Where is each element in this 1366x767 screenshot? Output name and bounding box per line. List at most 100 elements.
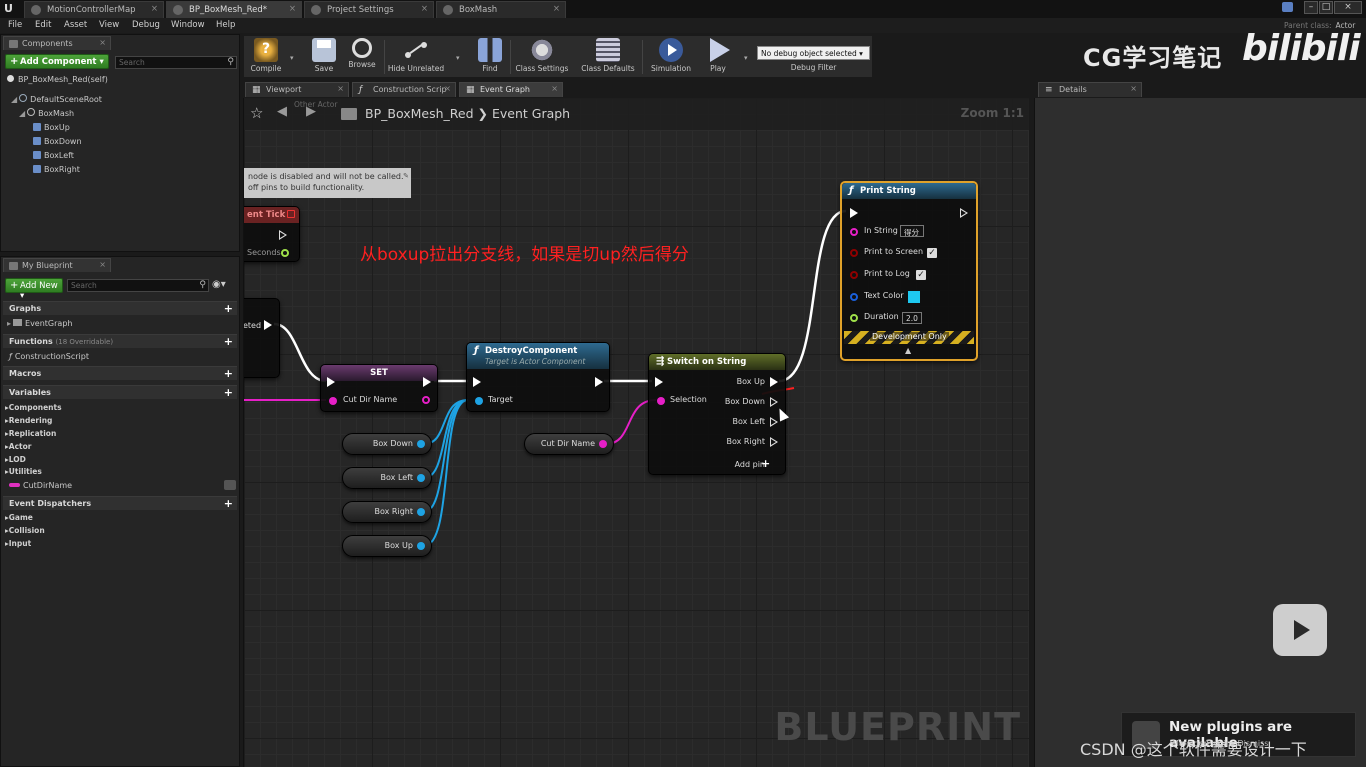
chevron-right-icon[interactable]: ▸ xyxy=(7,319,11,328)
switch-on-string-node[interactable]: ⇶ Switch on String Box Up Selection Box … xyxy=(648,353,786,475)
compile-button[interactable]: ? Compile xyxy=(246,38,286,76)
float-out-pin[interactable] xyxy=(281,249,289,257)
exec-out-pin[interactable] xyxy=(264,320,272,330)
add-new-button[interactable]: + Add New ▾ xyxy=(5,278,63,301)
tab-details[interactable]: ≡ Details × xyxy=(1038,82,1142,97)
minimize-button[interactable]: – xyxy=(1304,1,1318,14)
overlap-event-node[interactable]: eted xyxy=(244,298,280,378)
tree-item-default-scene-root[interactable]: ◢ DefaultSceneRoot xyxy=(11,94,102,104)
variable-category-lod[interactable]: ▸LOD xyxy=(5,455,26,464)
blueprint-search-input[interactable]: Search ⚲ xyxy=(67,279,209,292)
component-out-pin[interactable] xyxy=(417,440,425,448)
favorite-star-icon[interactable]: ☆ xyxy=(250,104,263,122)
duration-input[interactable]: 2.0 xyxy=(902,312,922,324)
pin-icon[interactable]: ✎ xyxy=(403,171,409,182)
menu-window[interactable]: Window xyxy=(171,20,205,30)
variable-item-cutdirname[interactable]: CutDirName xyxy=(9,481,72,490)
section-functions[interactable]: Functions (18 Overridable) + xyxy=(3,334,237,348)
play-button[interactable]: Play xyxy=(700,38,736,76)
class-defaults-button[interactable]: Class Defaults xyxy=(578,38,638,76)
in-string-input[interactable]: 得分 xyxy=(900,225,924,237)
find-button[interactable]: Find xyxy=(472,38,508,76)
exec-out-pin[interactable] xyxy=(595,377,603,387)
box-up-exec-pin[interactable] xyxy=(770,377,778,387)
cut-dir-name-get-node[interactable]: Cut Dir Name xyxy=(524,433,614,455)
variable-category-components[interactable]: ▸Components xyxy=(5,403,62,412)
close-window-button[interactable]: × xyxy=(1334,1,1362,14)
close-icon[interactable]: × xyxy=(444,84,451,93)
component-out-pin[interactable] xyxy=(417,542,425,550)
exec-out-pin[interactable] xyxy=(279,230,287,240)
doc-tab-motion-controller-map[interactable]: MotionControllerMap × xyxy=(24,1,164,18)
dispatcher-category-game[interactable]: ▸Game xyxy=(5,513,33,522)
event-graph-canvas[interactable]: ☆ ◀ ▶ BP_BoxMesh_Red ❯ Event Graph Other… xyxy=(243,98,1029,767)
breadcrumb-root[interactable]: BP_BoxMesh_Red xyxy=(365,106,474,121)
eye-icon[interactable]: ◉▾ xyxy=(212,279,226,290)
selection-in-pin[interactable] xyxy=(657,397,665,405)
box-up-get-node[interactable]: Box Up xyxy=(342,535,432,557)
notification-icon[interactable] xyxy=(1282,2,1293,12)
components-search-input[interactable]: Search ⚲ xyxy=(115,56,237,69)
close-icon[interactable]: × xyxy=(151,4,158,14)
section-variables[interactable]: Variables + xyxy=(3,385,237,399)
maximize-button[interactable]: □ xyxy=(1319,1,1333,14)
tree-item-boxleft[interactable]: BoxLeft xyxy=(33,151,74,160)
class-settings-button[interactable]: Class Settings xyxy=(512,38,572,76)
box-right-exec-pin[interactable] xyxy=(770,437,778,447)
doc-tab-boxmash[interactable]: BoxMash × xyxy=(436,1,566,18)
close-icon[interactable]: × xyxy=(337,84,344,93)
in-string-pin[interactable] xyxy=(850,228,858,236)
box-left-exec-pin[interactable] xyxy=(770,417,778,427)
tree-item-boxup[interactable]: BoxUp xyxy=(33,123,70,132)
exec-in-pin[interactable] xyxy=(327,377,335,387)
dispatcher-category-input[interactable]: ▸Input xyxy=(5,539,31,548)
tree-item-boxright[interactable]: BoxRight xyxy=(33,165,80,174)
section-macros[interactable]: Macros + xyxy=(3,366,237,380)
graph-item-eventgraph[interactable]: ▸ EventGraph xyxy=(7,319,72,328)
event-tick-node[interactable]: ent Tick Seconds xyxy=(244,206,300,262)
tree-item-boxmash[interactable]: ◢ BoxMash xyxy=(19,108,74,118)
add-component-button[interactable]: + Add Component ▾ xyxy=(5,54,109,69)
menu-file[interactable]: File xyxy=(8,20,22,30)
box-down-get-node[interactable]: Box Down xyxy=(342,433,432,455)
exec-out-pin[interactable] xyxy=(423,377,431,387)
back-arrow-icon[interactable]: ◀ xyxy=(277,104,287,119)
string-in-pin[interactable] xyxy=(329,397,337,405)
text-color-pin[interactable] xyxy=(850,293,858,301)
tree-item-boxdown[interactable]: BoxDown xyxy=(33,137,82,146)
chevron-down-icon[interactable]: ◢ xyxy=(11,95,17,104)
add-function-icon[interactable]: + xyxy=(224,335,233,348)
target-in-pin[interactable] xyxy=(475,397,483,405)
component-out-pin[interactable] xyxy=(417,508,425,516)
function-item-construction-script[interactable]: ƒ ConstructionScript xyxy=(9,352,89,361)
set-variable-node[interactable]: SET Cut Dir Name xyxy=(320,364,438,412)
hide-unrelated-button[interactable]: Hide Unrelated xyxy=(386,38,446,76)
chevron-down-icon[interactable]: ◢ xyxy=(19,109,25,118)
chevron-down-icon[interactable]: ▾ xyxy=(290,54,294,62)
destroy-component-node[interactable]: ƒ DestroyComponent Target is Actor Compo… xyxy=(466,342,610,412)
close-icon[interactable]: × xyxy=(553,4,560,14)
close-icon[interactable]: × xyxy=(289,4,296,14)
expand-arrow-icon[interactable]: ▲ xyxy=(905,346,911,355)
simulation-button[interactable]: Simulation xyxy=(646,38,696,76)
debug-object-select[interactable]: No debug object selected ▾ xyxy=(757,46,870,60)
box-down-exec-pin[interactable] xyxy=(770,397,778,407)
section-graphs[interactable]: Graphs + xyxy=(3,301,237,315)
close-icon[interactable]: × xyxy=(99,38,106,47)
box-right-get-node[interactable]: Box Right xyxy=(342,501,432,523)
browse-button[interactable]: Browse xyxy=(344,38,380,76)
print-to-log-checkbox[interactable]: ✓ xyxy=(916,270,926,280)
exec-in-pin[interactable] xyxy=(850,208,858,218)
box-left-get-node[interactable]: Box Left xyxy=(342,467,432,489)
section-event-dispatchers[interactable]: Event Dispatchers + xyxy=(3,496,237,510)
component-out-pin[interactable] xyxy=(417,474,425,482)
delegate-pin-icon[interactable] xyxy=(287,210,295,218)
string-out-pin[interactable] xyxy=(599,440,607,448)
add-variable-icon[interactable]: + xyxy=(224,386,233,399)
plus-icon[interactable]: + xyxy=(761,457,770,470)
menu-asset[interactable]: Asset xyxy=(64,20,87,30)
doc-tab-bp-boxmesh-red[interactable]: BP_BoxMesh_Red* × xyxy=(166,1,302,18)
close-icon[interactable]: × xyxy=(1130,84,1137,93)
add-macro-icon[interactable]: + xyxy=(224,367,233,380)
menu-view[interactable]: View xyxy=(99,20,119,30)
